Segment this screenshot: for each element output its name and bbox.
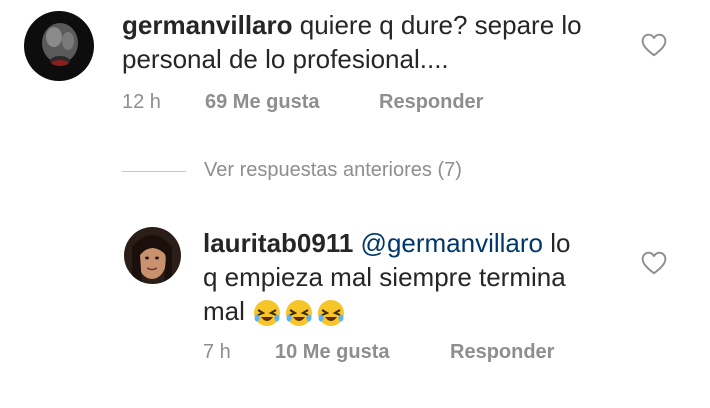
comment-username[interactable]: germanvillaro — [122, 10, 293, 40]
likes-count[interactable]: 69 Me gusta — [205, 91, 319, 114]
rolling-laughing-emoji — [254, 300, 281, 327]
heart-outline-icon[interactable] — [641, 33, 667, 57]
mention-link[interactable]: @germanvillaro — [361, 228, 543, 258]
heart-outline-icon[interactable] — [641, 251, 667, 275]
reply-button[interactable]: Responder — [379, 91, 483, 114]
reply-text: lauritab0911 @germanvillaro lo q empieza… — [203, 226, 623, 328]
reply-meta: 7 h 10 Me gusta Responder — [203, 341, 554, 364]
comment-time: 7 h — [203, 341, 231, 363]
rolling-laughing-emoji — [286, 300, 313, 327]
comment-time: 12 h — [122, 91, 161, 113]
likes-count[interactable]: 10 Me gusta — [275, 341, 389, 364]
comment-text: germanvillaro quiere q dure? separe lo p… — [122, 8, 622, 76]
rolling-laughing-emoji — [318, 300, 345, 327]
replies-divider — [122, 171, 186, 172]
reply-button[interactable]: Responder — [450, 341, 554, 364]
comment-body: q empieza mal siempre termina — [203, 262, 566, 292]
comment-body: mal — [203, 296, 245, 326]
comment-body: lo — [550, 228, 571, 258]
comment-meta: 12 h 69 Me gusta Responder — [122, 91, 483, 114]
emoji-group — [252, 296, 348, 327]
view-previous-replies-button[interactable]: Ver respuestas anteriores (7) — [204, 159, 462, 182]
avatar[interactable] — [124, 227, 181, 284]
comment-username[interactable]: lauritab0911 — [203, 228, 353, 258]
avatar[interactable] — [24, 11, 94, 81]
